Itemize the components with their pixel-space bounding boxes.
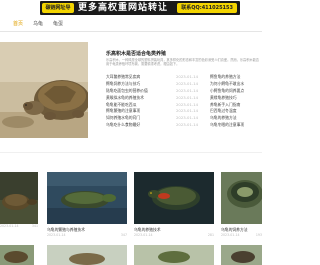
- card-date: 2023-01-14: [134, 233, 153, 237]
- nav-item-turtle[interactable]: 乌龟: [33, 20, 43, 28]
- section-divider: [0, 152, 262, 153]
- section-title[interactable]: 乐高积木是否适合龟类养殖: [106, 50, 166, 57]
- card-meta: 2023-01-14 193: [221, 233, 262, 238]
- article-date: 2023-01-14: [176, 74, 199, 79]
- list-item: 大耳鳖养殖常见疾病 2023-01-14 鳄鱼龟的养殖方法: [106, 74, 262, 81]
- card-meta: 2023-01-14 347: [47, 233, 127, 238]
- article-link[interactable]: 小鳄鱼龟的饲养要点: [210, 88, 244, 95]
- main-nav: 首页 乌龟 龟蛋: [0, 16, 262, 32]
- article-link[interactable]: 大耳鳖养殖常见疾病: [106, 74, 140, 81]
- article-section: 乐高积木是否适合龟类养殖 乐高积木，一种风靡全球的塑料拼装玩具，其多样化的形态和…: [96, 47, 262, 143]
- article-date: 2023-01-14: [176, 122, 199, 128]
- card-date: 2023-01-14: [221, 233, 240, 237]
- banner-logo: 碳链网址导: [42, 3, 74, 13]
- bottom-thumbnail[interactable]: [134, 245, 214, 265]
- banner-ad[interactable]: 碳链网址导 更多高权重网站转让 联系QQ:411025153: [40, 1, 240, 15]
- hero-image[interactable]: [0, 42, 88, 138]
- article-link[interactable]: 养龟新手入门指南: [210, 102, 240, 109]
- article-link[interactable]: 乌龟吃什么食物最好: [106, 122, 140, 129]
- article-date: 2023-01-14: [176, 94, 199, 100]
- list-item: 陆龟吃面包虫的营养价值 2023-01-14 小鳄鱼龟的饲养要点: [106, 88, 262, 95]
- article-date: 2023-01-14: [176, 80, 199, 86]
- nav-item-turtle-egg[interactable]: 龟蛋: [53, 20, 63, 28]
- banner-headline: 更多高权重网站转让: [78, 3, 169, 13]
- list-item: 黄喉拟水龟的养殖技术 2023-01-14 黄缘龟养殖技巧: [106, 95, 262, 102]
- card-image[interactable]: [221, 172, 262, 224]
- card-views: 347: [120, 233, 127, 237]
- article-date: 2023-01-14: [176, 101, 199, 107]
- article-link[interactable]: 黄缘龟养殖技巧: [210, 95, 237, 102]
- card-date: 2023-01-14: [0, 224, 19, 228]
- image-card[interactable]: 乌龟的繁殖与养殖技术 2023-01-14 347: [47, 172, 127, 238]
- article-link[interactable]: 乌龟冬眠的注意事项: [210, 122, 244, 129]
- image-card[interactable]: 2023-01-14 341: [0, 172, 38, 229]
- banner-qq-contact[interactable]: 联系QQ:411025153: [177, 3, 237, 13]
- nav-item-home[interactable]: 首页: [13, 20, 23, 28]
- card-meta: 2023-01-14 281: [134, 233, 214, 238]
- article-link[interactable]: 陆龟吃面包虫的营养价值: [106, 88, 148, 95]
- article-link[interactable]: 鳄龟繁殖的注意事项: [106, 108, 140, 115]
- card-views: 281: [207, 233, 214, 237]
- card-views: 193: [255, 233, 262, 237]
- list-item: 乌龟吃什么食物最好 2023-01-14 乌龟冬眠的注意事项: [106, 122, 262, 129]
- article-link[interactable]: 龟龟能不能吃西瓜: [106, 102, 136, 109]
- card-views: 341: [31, 224, 38, 228]
- image-card[interactable]: 乌龟的养殖技术 2023-01-14 281: [134, 172, 214, 238]
- list-item: 鳄龟繁殖的注意事项 2023-01-14 巴西龟过冬温度: [106, 108, 262, 115]
- card-image[interactable]: [47, 172, 127, 224]
- article-date: 2023-01-14: [176, 108, 199, 114]
- section-description: 乐高积木，一种风靡全球的塑料拼装玩具，其多样化的形态和丰富的色彩深受人们喜爱。然…: [106, 58, 259, 66]
- list-item: 鳄龟饲养方法与技巧 2023-01-14 为何小鳄龟不敢出水: [106, 81, 262, 88]
- card-image[interactable]: [134, 172, 214, 224]
- card-date: 2023-01-14: [47, 233, 66, 237]
- bottom-thumbnail[interactable]: [221, 245, 262, 265]
- image-card[interactable]: 乌龟的饲养方法 2023-01-14 193: [221, 172, 262, 238]
- card-meta: 2023-01-14 341: [0, 224, 38, 229]
- bottom-thumbnail[interactable]: [47, 245, 127, 265]
- article-date: 2023-01-14: [176, 115, 199, 121]
- article-link[interactable]: 鳄鱼龟的养殖方法: [210, 74, 240, 81]
- article-link[interactable]: 乌龟的养殖方法: [210, 115, 237, 122]
- article-link[interactable]: 鳄龟饲养方法与技巧: [106, 81, 140, 88]
- article-link[interactable]: 如何养殖水龟的窍门: [106, 115, 140, 122]
- bottom-thumbnail[interactable]: [0, 245, 34, 265]
- top-banner[interactable]: 碳链网址导 更多高权重网站转让 联系QQ:411025153: [0, 0, 262, 16]
- article-list: 大耳鳖养殖常见疾病 2023-01-14 鳄鱼龟的养殖方法 鳄龟饲养方法与技巧 …: [106, 74, 262, 129]
- list-item: 如何养殖水龟的窍门 2023-01-14 乌龟的养殖方法: [106, 115, 262, 122]
- article-date: 2023-01-14: [176, 87, 199, 93]
- list-item: 龟龟能不能吃西瓜 2023-01-14 养龟新手入门指南: [106, 102, 262, 109]
- article-link[interactable]: 巴西龟过冬温度: [210, 108, 237, 115]
- article-link[interactable]: 为何小鳄龟不敢出水: [210, 81, 244, 88]
- card-image[interactable]: [0, 172, 38, 224]
- tortoise-photo: [0, 42, 88, 138]
- article-link[interactable]: 黄喉拟水龟的养殖技术: [106, 95, 144, 102]
